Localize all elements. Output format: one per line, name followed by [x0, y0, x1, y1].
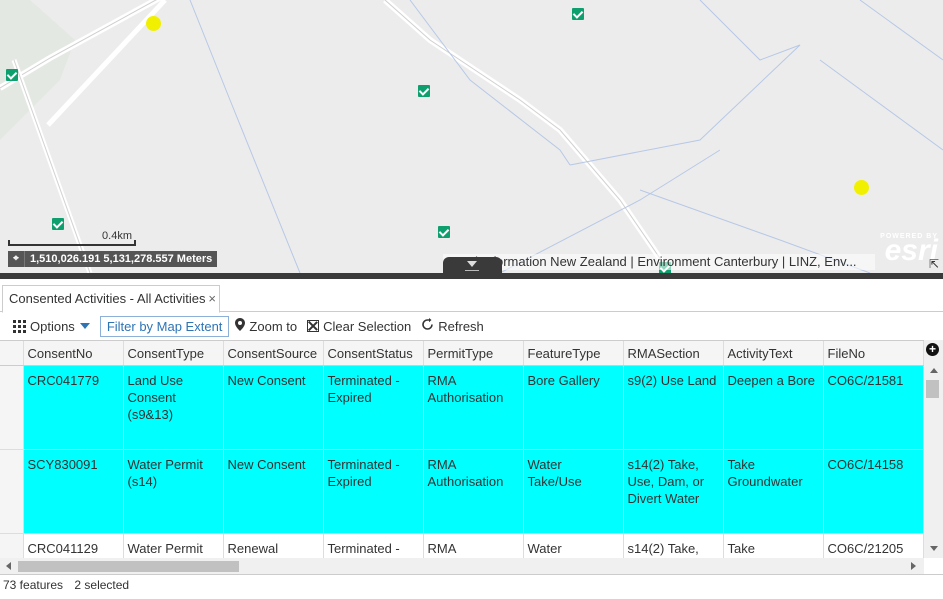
attribute-grid: ConsentNo ConsentType ConsentSource Cons… [0, 341, 924, 574]
column-header[interactable]: ConsentStatus [323, 341, 424, 366]
column-header[interactable]: RMASection [623, 341, 724, 366]
tab-label: Consented Activities - All Activities [9, 291, 206, 306]
attribute-tab-strip: Consented Activities - All Activities × [0, 279, 943, 313]
add-column-icon[interactable]: + [926, 343, 939, 356]
zoom-to-button[interactable]: Zoom to [235, 318, 297, 334]
attribute-table: ConsentNo ConsentType ConsentSource Cons… [0, 340, 943, 574]
scroll-up-icon[interactable] [930, 368, 938, 373]
table-cell[interactable]: s9(2) Use Land [623, 365, 724, 450]
map-pin-icon [235, 318, 246, 334]
feature-count: 73 features [3, 578, 64, 592]
table-cell[interactable]: RMA Authorisation [423, 365, 524, 450]
refresh-icon [421, 318, 434, 334]
column-header[interactable]: ActivityText [723, 341, 824, 366]
table-cell[interactable]: CRC041779 [23, 365, 124, 450]
scroll-thumb[interactable] [926, 380, 939, 398]
column-header[interactable]: ConsentNo [23, 341, 124, 366]
resize-icon[interactable]: ⇱ [929, 257, 939, 271]
table-cell[interactable]: Take Groundwater [723, 449, 824, 534]
consent-marker[interactable] [52, 218, 64, 230]
column-header[interactable]: ConsentSource [223, 341, 324, 366]
map-view[interactable]: 0.4km ⌖ 1,510,026.191 5,131,278.557 Mete… [0, 0, 943, 273]
table-cell[interactable]: Terminated - Expired [323, 449, 424, 534]
selection-count: 2 selected [74, 578, 130, 592]
consent-marker[interactable] [6, 69, 18, 81]
table-row[interactable]: SCY830091 Water Permit (s14) New Consent Te… [0, 449, 924, 534]
column-header[interactable]: FileNo [823, 341, 924, 366]
status-footer: 73 features 2 selected [0, 574, 943, 599]
table-cell[interactable]: Terminated - Expired [323, 365, 424, 450]
table-cell[interactable]: CO6C/14158 [823, 449, 924, 534]
panel-collapse-toggle[interactable] [443, 257, 502, 273]
column-header[interactable]: ConsentType [123, 341, 224, 366]
selected-feature-dot[interactable] [146, 16, 161, 31]
vertical-scrollbar[interactable]: + [924, 340, 943, 558]
chevron-down-icon [79, 323, 90, 329]
attribute-toolbar: Options Filter by Map Extent Zoom to Cle… [0, 312, 943, 340]
filter-by-map-extent-button[interactable]: Filter by Map Extent [99, 315, 230, 337]
map-roads [0, 0, 943, 273]
table-cell[interactable]: Water Permit (s14) [123, 449, 224, 534]
table-cell[interactable]: Water Take/Use [523, 449, 624, 534]
table-header-row: ConsentNo ConsentType ConsentSource Cons… [0, 341, 924, 366]
table-cell[interactable]: Deepen a Bore [723, 365, 824, 450]
table-cell[interactable]: New Consent [223, 365, 324, 450]
scroll-right-icon[interactable] [911, 562, 916, 570]
scroll-left-icon[interactable] [6, 562, 11, 570]
column-header[interactable]: FeatureType [523, 341, 624, 366]
selected-feature-dot[interactable] [854, 180, 869, 195]
clear-selection-button[interactable]: Clear Selection [307, 319, 411, 334]
clear-box-icon [307, 320, 320, 332]
grid-icon [13, 320, 26, 333]
refresh-button[interactable]: Refresh [421, 318, 484, 334]
table-cell[interactable]: New Consent [223, 449, 324, 534]
options-button[interactable]: Options [13, 319, 90, 334]
horizontal-scrollbar[interactable] [0, 558, 924, 574]
scroll-thumb[interactable] [18, 561, 239, 572]
row-selector[interactable] [0, 365, 24, 450]
crosshair-icon[interactable]: ⌖ [8, 251, 25, 267]
row-selector[interactable] [0, 449, 24, 534]
close-icon[interactable]: × [208, 286, 216, 312]
table-cell[interactable]: Land Use Consent (s9&13) [123, 365, 224, 450]
consent-marker[interactable] [572, 8, 584, 20]
tab-consented-activities[interactable]: Consented Activities - All Activities × [2, 285, 220, 313]
row-selector-header[interactable] [0, 341, 24, 366]
consent-marker[interactable] [438, 226, 450, 238]
table-cell[interactable]: s14(2) Take, Use, Dam, or Divert Water [623, 449, 724, 534]
coordinate-readout: ⌖ 1,510,026.191 5,131,278.557 Meters [8, 251, 218, 267]
scale-label: 0.4km [102, 230, 132, 242]
table-cell[interactable]: SCY830091 [23, 449, 124, 534]
column-header[interactable]: PermitType [423, 341, 524, 366]
coordinate-text: 1,510,026.191 5,131,278.557 Meters [30, 253, 213, 265]
table-cell[interactable]: CO6C/21581 [823, 365, 924, 450]
table-row[interactable]: CRC041779 Land Use Consent (s9&13) New Con… [0, 365, 924, 450]
consent-marker[interactable] [418, 85, 430, 97]
table-cell[interactable]: Bore Gallery [523, 365, 624, 450]
scale-bar: 0.4km [8, 230, 136, 246]
table-cell[interactable]: RMA Authorisation [423, 449, 524, 534]
scroll-down-icon[interactable] [930, 546, 938, 551]
map-attribution: Land Information New Zealand | Environme… [443, 254, 875, 270]
